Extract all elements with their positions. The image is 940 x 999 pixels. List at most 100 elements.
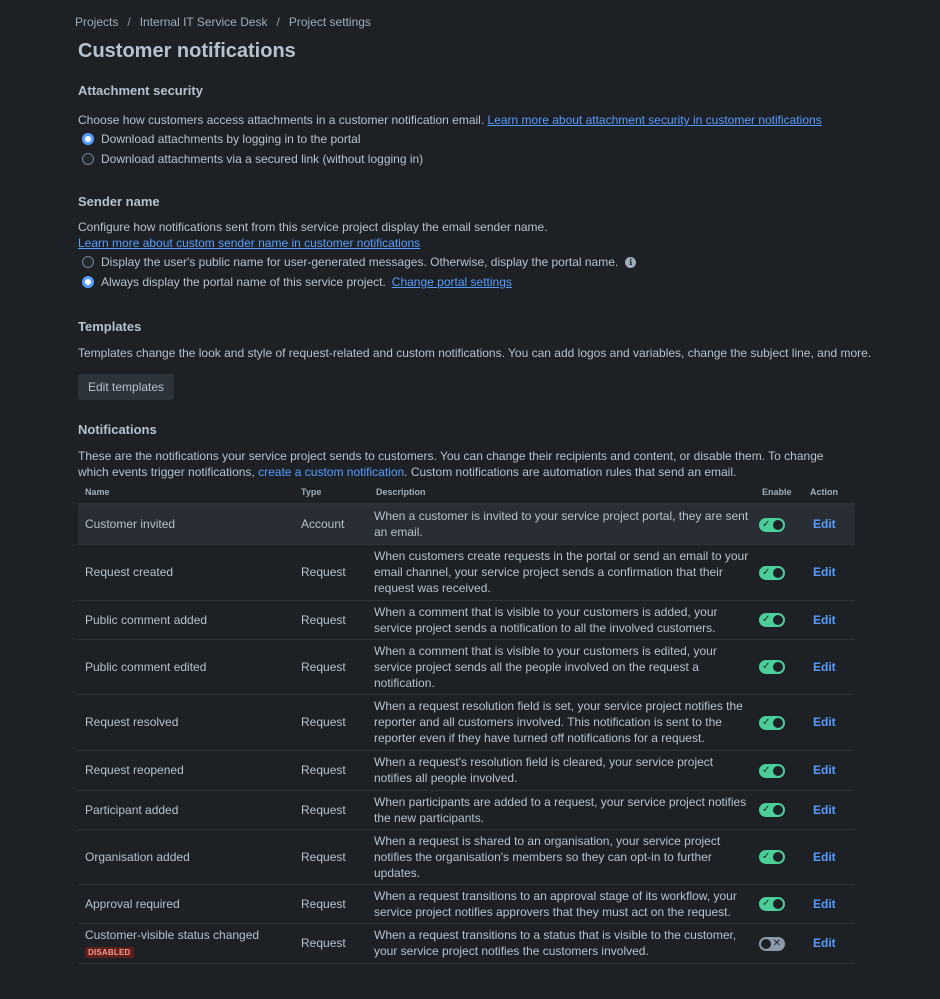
table-row: Public comment added Request When a commen… [78,600,855,639]
notification-name-cell: Approval required [78,884,294,923]
enable-toggle[interactable]: ✓ [759,715,785,730]
notification-type: Request [301,763,346,777]
check-icon: ✓ [762,519,771,531]
notification-name-cell: Participant added [78,790,294,829]
action-cell: Edit [803,544,855,600]
radio-label: Always display the portal name of this s… [101,275,386,289]
attachment-security-description: Choose how customers access attachments … [78,112,940,128]
enable-toggle[interactable]: ✓ [759,897,785,912]
notification-name-cell: Public comment added [78,600,294,639]
notification-name: Request resolved [85,715,179,729]
notification-name-cell: Request resolved [78,694,294,750]
notification-description: When a comment that is visible to your c… [374,604,718,635]
enable-toggle[interactable]: ✓ [759,763,785,778]
edit-link[interactable]: Edit [813,897,836,911]
enable-cell: ✓ [755,790,803,829]
breadcrumb-project[interactable]: Internal IT Service Desk [140,14,268,30]
notification-name: Public comment edited [85,659,207,674]
notification-type: Request [301,802,346,817]
notification-name-cell: Customer-visible status changed DISABLED [78,923,294,963]
sender-option-portal-name[interactable]: Always display the portal name of this s… [82,272,940,292]
attachment-option-secured-link[interactable]: Download attachments via a secured link … [82,149,940,169]
breadcrumb-settings[interactable]: Project settings [289,14,371,30]
attachment-option-portal[interactable]: Download attachments by logging in to th… [82,129,940,149]
enable-toggle[interactable]: ✓ [759,803,785,818]
notifications-description: These are the notifications your service… [78,448,838,480]
enable-cell: ✓ [755,884,803,923]
edit-link[interactable]: Edit [813,803,836,817]
breadcrumb-projects[interactable]: Projects [75,14,118,30]
edit-link[interactable]: Edit [813,517,836,531]
enable-toggle[interactable]: ✓ [759,660,785,675]
sender-option-public-name[interactable]: Display the user's public name for user-… [82,252,940,272]
edit-link[interactable]: Edit [813,936,836,950]
notification-name: Approval required [85,896,180,911]
edit-link[interactable]: Edit [813,565,836,579]
enable-cell: ✕ [755,923,803,963]
check-icon: ✓ [762,851,771,863]
notification-description: When a customer is invited to your servi… [374,509,749,540]
notification-name: Organisation added [85,849,190,864]
table-row: Request created Request When customers cre… [78,544,855,600]
notification-type: Request [301,612,346,627]
table-row: Request reopened Request When a request's … [78,750,855,790]
toggle-knob [773,717,783,728]
radio-unchecked[interactable] [82,153,94,165]
notification-name-cell: Request created [78,544,294,600]
notification-name: Public comment added [85,612,208,627]
radio-unchecked[interactable] [82,256,94,268]
enable-toggle[interactable]: ✓ [759,613,785,628]
enable-toggle[interactable]: ✓ [759,850,785,865]
table-row: Organisation added Request When a request … [78,829,855,884]
notification-name: Request reopened [85,763,184,777]
action-cell: Edit [803,829,855,884]
toggle-knob [773,852,783,863]
notification-type: Request [301,936,346,950]
notification-type: Account [301,517,345,532]
notifications-table: Name Type Description Enable Action Cust… [78,484,855,964]
enable-toggle[interactable]: ✓ [759,565,785,580]
edit-link[interactable]: Edit [813,763,836,777]
notifications-description-text-end: . Custom notifications are automation ru… [404,465,737,479]
toggle-knob [773,520,783,531]
edit-templates-button[interactable]: Edit templates [78,374,175,400]
edit-link[interactable]: Edit [813,660,836,674]
table-row: Request resolved Request When a request re… [78,694,855,750]
page: Projects / Internal IT Service Desk / Pr… [0,0,940,964]
table-row: Customer invited Account When a customer i… [78,504,855,544]
sender-learn-more-link[interactable]: Learn more about custom sender name in c… [78,236,420,250]
notification-description: When a request transitions to an approva… [374,888,737,919]
radio-label: Download attachments via a secured link … [101,152,424,166]
action-cell: Edit [803,884,855,923]
notification-description: When a request is shared to an organisat… [374,833,721,880]
radio-label: Display the user's public name for user-… [101,255,619,269]
notification-description: When a request resolution field is set, … [374,699,743,745]
cross-icon: ✕ [772,937,781,949]
column-header-enable: Enable [755,484,803,505]
create-custom-notification-link[interactable]: create a custom notification [258,465,404,479]
action-cell: Edit [803,639,855,694]
notification-type: Request [301,565,346,579]
breadcrumb: Projects / Internal IT Service Desk / Pr… [75,14,940,30]
edit-link[interactable]: Edit [813,715,836,729]
toggle-knob [773,765,783,776]
action-cell: Edit [803,750,855,790]
table-row: Customer-visible status changed DISABLED R… [78,923,855,963]
enable-toggle[interactable]: ✓ [759,518,785,533]
notifications-section: Notifications These are the notification… [78,422,940,964]
enable-toggle[interactable]: ✕ [759,936,785,951]
column-header-type[interactable]: Type [294,484,369,505]
edit-link[interactable]: Edit [813,613,836,627]
info-icon[interactable]: i [625,256,637,268]
column-header-name[interactable]: Name [78,484,294,505]
edit-link[interactable]: Edit [813,850,836,864]
templates-title: Templates [78,319,142,334]
table-row: Participant added Request When participant… [78,790,855,829]
radio-checked[interactable] [82,276,94,288]
change-portal-settings-link[interactable]: Change portal settings [392,274,512,290]
attachment-learn-more-link[interactable]: Learn more about attachment security in … [488,113,822,127]
action-cell: Edit [803,600,855,639]
radio-checked[interactable] [82,133,94,145]
notification-name-cell: Public comment edited [78,639,294,694]
enable-cell: ✓ [755,829,803,884]
